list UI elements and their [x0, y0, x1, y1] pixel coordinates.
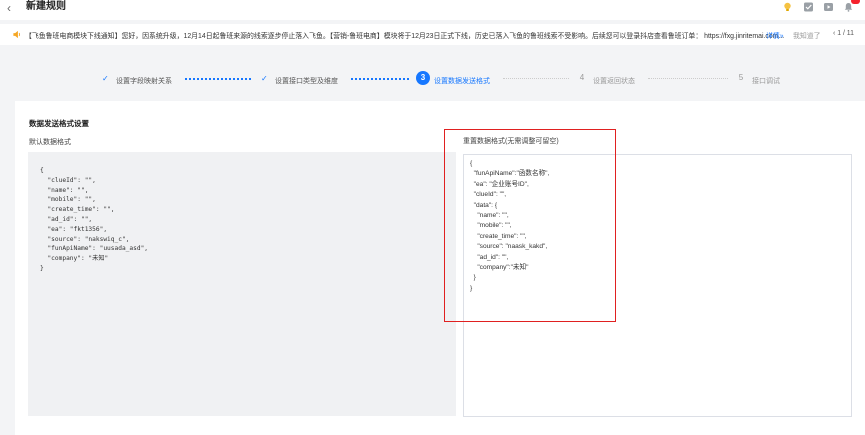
step-connector-4 [648, 78, 728, 79]
default-format-box: { "clueId": "", "name": "", "mobile": ""… [28, 152, 456, 416]
reset-format-label: 重置数据格式(无需调整可留空) [463, 138, 559, 145]
lightbulb-icon[interactable] [782, 2, 793, 12]
step-1-check-icon: ✓ [102, 74, 109, 83]
notice-pager[interactable]: ‹ 1 / 11 [833, 30, 854, 37]
back-icon[interactable]: ‹ [7, 1, 11, 15]
format-settings-card: 数据发送格式设置 默认数据格式 重置数据格式(无需调整可留空) { "clueI… [15, 101, 865, 435]
notification-badge [851, 0, 860, 4]
step-2-label[interactable]: 设置接口类型及维度 [275, 76, 338, 86]
step-3-number: 3 [416, 71, 430, 85]
speaker-icon [13, 30, 21, 39]
top-header: ‹ 新建规则 [0, 0, 865, 20]
notice-detail-link[interactable]: 详情» [766, 30, 784, 40]
step-1-label[interactable]: 设置字段映射关系 [116, 76, 172, 86]
step-4-label[interactable]: 设置返回状态 [593, 76, 635, 86]
notice-dismiss-button[interactable]: 我知道了 [793, 30, 821, 40]
default-format-label: 默认数据格式 [29, 139, 71, 146]
step-progress: ✓ 设置字段映射关系 ✓ 设置接口类型及维度 3 设置数据发送格式 4 设置返回… [0, 66, 865, 90]
page-title: 新建规则 [26, 1, 66, 12]
video-icon[interactable] [823, 2, 834, 12]
step-connector-3 [503, 78, 569, 79]
default-format-code: { "clueId": "", "name": "", "mobile": ""… [40, 167, 149, 272]
checkbox-icon[interactable] [803, 2, 814, 12]
step-5-number: 5 [738, 73, 744, 82]
section-title: 数据发送格式设置 [29, 119, 89, 128]
step-2-check-icon: ✓ [261, 74, 268, 83]
step-4-number: 4 [579, 73, 585, 82]
step-5-label[interactable]: 接口调试 [752, 76, 780, 86]
notice-banner: 【飞鱼鲁班电商模块下线通知】您好，因系统升级，12月14日起鲁班来源的线索逐步停… [0, 24, 865, 45]
step-3-label[interactable]: 设置数据发送格式 [434, 76, 490, 86]
step-connector-2 [351, 78, 409, 80]
step-connector-1 [185, 78, 251, 80]
custom-format-editor[interactable]: { "funApiName":"函数名称", "ea": "企业账号ID", "… [463, 154, 852, 417]
notice-message: 【飞鱼鲁班电商模块下线通知】您好，因系统升级，12月14日起鲁班来源的线索逐步停… [25, 33, 785, 40]
